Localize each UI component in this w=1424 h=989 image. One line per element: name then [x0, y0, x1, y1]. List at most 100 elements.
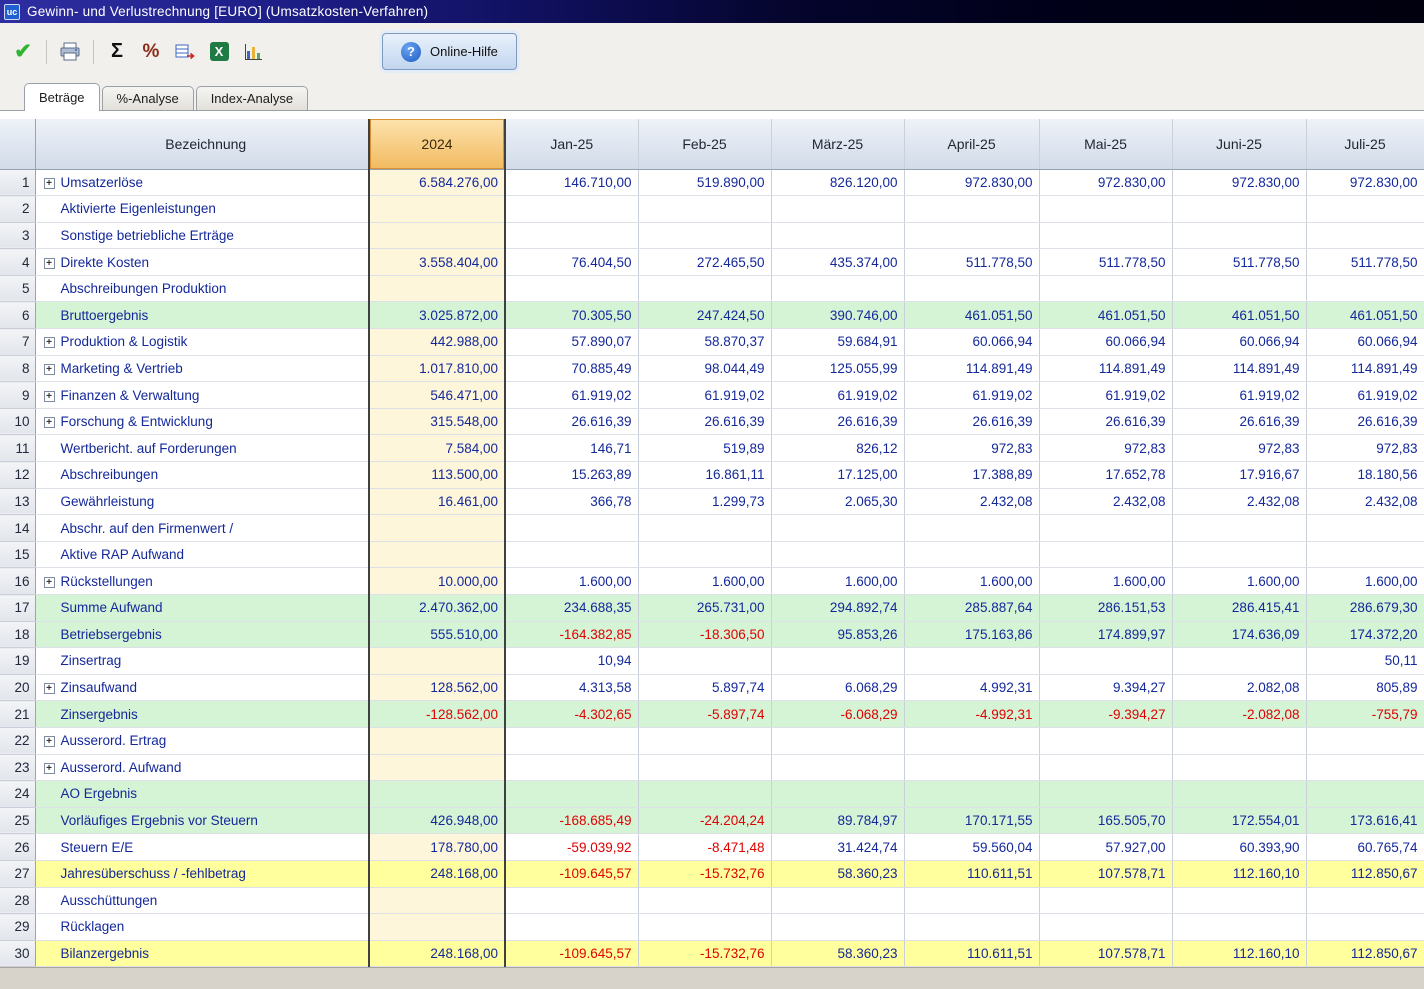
value-cell[interactable]	[904, 754, 1039, 781]
value-cell[interactable]: 113.500,00	[369, 462, 505, 489]
value-cell[interactable]: 6.584.276,00	[369, 169, 505, 196]
expand-icon[interactable]: +	[44, 577, 55, 588]
value-cell[interactable]	[505, 754, 638, 781]
value-cell[interactable]	[369, 222, 505, 249]
value-cell[interactable]	[1039, 515, 1172, 542]
row-label-cell[interactable]: +Zinsaufwand	[35, 674, 369, 701]
value-cell[interactable]: 76.404,50	[505, 249, 638, 276]
value-cell[interactable]: 265.731,00	[638, 595, 771, 622]
value-cell[interactable]: 972,83	[1306, 435, 1424, 462]
value-cell[interactable]: 114.891,49	[1306, 355, 1424, 382]
value-cell[interactable]: -109.645,57	[505, 860, 638, 887]
value-cell[interactable]	[505, 887, 638, 914]
value-cell[interactable]: -6.068,29	[771, 701, 904, 728]
value-cell[interactable]: 7.584,00	[369, 435, 505, 462]
value-cell[interactable]	[771, 222, 904, 249]
expand-icon[interactable]: +	[44, 683, 55, 694]
value-cell[interactable]	[638, 541, 771, 568]
value-cell[interactable]: 972.830,00	[1306, 169, 1424, 196]
value-cell[interactable]: 1.600,00	[1172, 568, 1306, 595]
value-cell[interactable]	[904, 887, 1039, 914]
row-number[interactable]: 15	[0, 541, 35, 568]
row-number[interactable]: 23	[0, 754, 35, 781]
value-cell[interactable]	[1172, 648, 1306, 675]
value-cell[interactable]	[1306, 914, 1424, 941]
value-cell[interactable]: 146.710,00	[505, 169, 638, 196]
value-cell[interactable]: 172.554,01	[1172, 807, 1306, 834]
value-cell[interactable]: 286.415,41	[1172, 595, 1306, 622]
value-cell[interactable]	[369, 914, 505, 941]
value-cell[interactable]: 10,94	[505, 648, 638, 675]
row-number[interactable]: 13	[0, 488, 35, 515]
value-cell[interactable]: 426.948,00	[369, 807, 505, 834]
value-cell[interactable]: 61.919,02	[638, 382, 771, 409]
value-cell[interactable]	[1306, 781, 1424, 808]
row-number[interactable]: 27	[0, 860, 35, 887]
value-cell[interactable]	[638, 222, 771, 249]
row-label-cell[interactable]: AO Ergebnis	[35, 781, 369, 808]
row-number[interactable]: 18	[0, 621, 35, 648]
value-cell[interactable]	[771, 515, 904, 542]
value-cell[interactable]: 114.891,49	[904, 355, 1039, 382]
value-cell[interactable]: 1.600,00	[1039, 568, 1172, 595]
percent-analysis-button[interactable]: %	[136, 37, 166, 67]
value-cell[interactable]: 60.066,94	[1306, 329, 1424, 356]
value-cell[interactable]: 234.688,35	[505, 595, 638, 622]
expand-icon[interactable]: +	[44, 763, 55, 774]
row-label-cell[interactable]: +Rückstellungen	[35, 568, 369, 595]
value-cell[interactable]: 1.299,73	[638, 488, 771, 515]
value-cell[interactable]: 2.432,08	[1039, 488, 1172, 515]
value-cell[interactable]: 26.616,39	[904, 408, 1039, 435]
value-cell[interactable]	[1039, 196, 1172, 223]
value-cell[interactable]: 826.120,00	[771, 169, 904, 196]
value-cell[interactable]: 2.065,30	[771, 488, 904, 515]
value-cell[interactable]: 972,83	[1039, 435, 1172, 462]
value-cell[interactable]	[505, 515, 638, 542]
row-number[interactable]: 6	[0, 302, 35, 329]
value-cell[interactable]: -18.306,50	[638, 621, 771, 648]
value-cell[interactable]: 1.600,00	[904, 568, 1039, 595]
value-cell[interactable]: 110.611,51	[904, 860, 1039, 887]
row-number[interactable]: 12	[0, 462, 35, 489]
row-label-cell[interactable]: Rücklagen	[35, 914, 369, 941]
value-cell[interactable]: 2.432,08	[904, 488, 1039, 515]
value-cell[interactable]: 26.616,39	[1039, 408, 1172, 435]
value-cell[interactable]: 60.066,94	[904, 329, 1039, 356]
value-cell[interactable]	[1306, 275, 1424, 302]
row-label-cell[interactable]: Aktive RAP Aufwand	[35, 541, 369, 568]
sum-button[interactable]: Σ	[102, 37, 132, 67]
row-number[interactable]: 25	[0, 807, 35, 834]
value-cell[interactable]: 17.388,89	[904, 462, 1039, 489]
value-cell[interactable]: 461.051,50	[904, 302, 1039, 329]
row-label-cell[interactable]: Gewährleistung	[35, 488, 369, 515]
row-label-cell[interactable]: Betriebsergebnis	[35, 621, 369, 648]
row-label-cell[interactable]: Vorläufiges Ergebnis vor Steuern	[35, 807, 369, 834]
value-cell[interactable]: 1.600,00	[1306, 568, 1424, 595]
row-number[interactable]: 5	[0, 275, 35, 302]
value-cell[interactable]	[505, 275, 638, 302]
value-cell[interactable]	[1172, 754, 1306, 781]
column-header-jan-25[interactable]: Jan-25	[505, 119, 638, 169]
row-label-cell[interactable]: +Umsatzerlöse	[35, 169, 369, 196]
value-cell[interactable]: 286.151,53	[1039, 595, 1172, 622]
value-cell[interactable]	[369, 541, 505, 568]
value-cell[interactable]	[1306, 222, 1424, 249]
value-cell[interactable]	[1039, 781, 1172, 808]
value-cell[interactable]	[369, 275, 505, 302]
value-cell[interactable]	[1306, 196, 1424, 223]
row-label-cell[interactable]: Abschr. auf den Firmenwert /	[35, 515, 369, 542]
value-cell[interactable]: 247.424,50	[638, 302, 771, 329]
value-cell[interactable]	[369, 648, 505, 675]
value-cell[interactable]	[369, 887, 505, 914]
row-number[interactable]: 30	[0, 940, 35, 967]
row-number[interactable]: 21	[0, 701, 35, 728]
column-header-mai-25[interactable]: Mai-25	[1039, 119, 1172, 169]
expand-icon[interactable]: +	[44, 417, 55, 428]
row-label-cell[interactable]: Sonstige betriebliche Erträge	[35, 222, 369, 249]
online-help-button[interactable]: ? Online-Hilfe	[382, 33, 517, 70]
value-cell[interactable]: 107.578,71	[1039, 860, 1172, 887]
value-cell[interactable]: -8.471,48	[638, 834, 771, 861]
value-cell[interactable]: 112.160,10	[1172, 940, 1306, 967]
value-cell[interactable]	[771, 754, 904, 781]
value-cell[interactable]	[904, 914, 1039, 941]
